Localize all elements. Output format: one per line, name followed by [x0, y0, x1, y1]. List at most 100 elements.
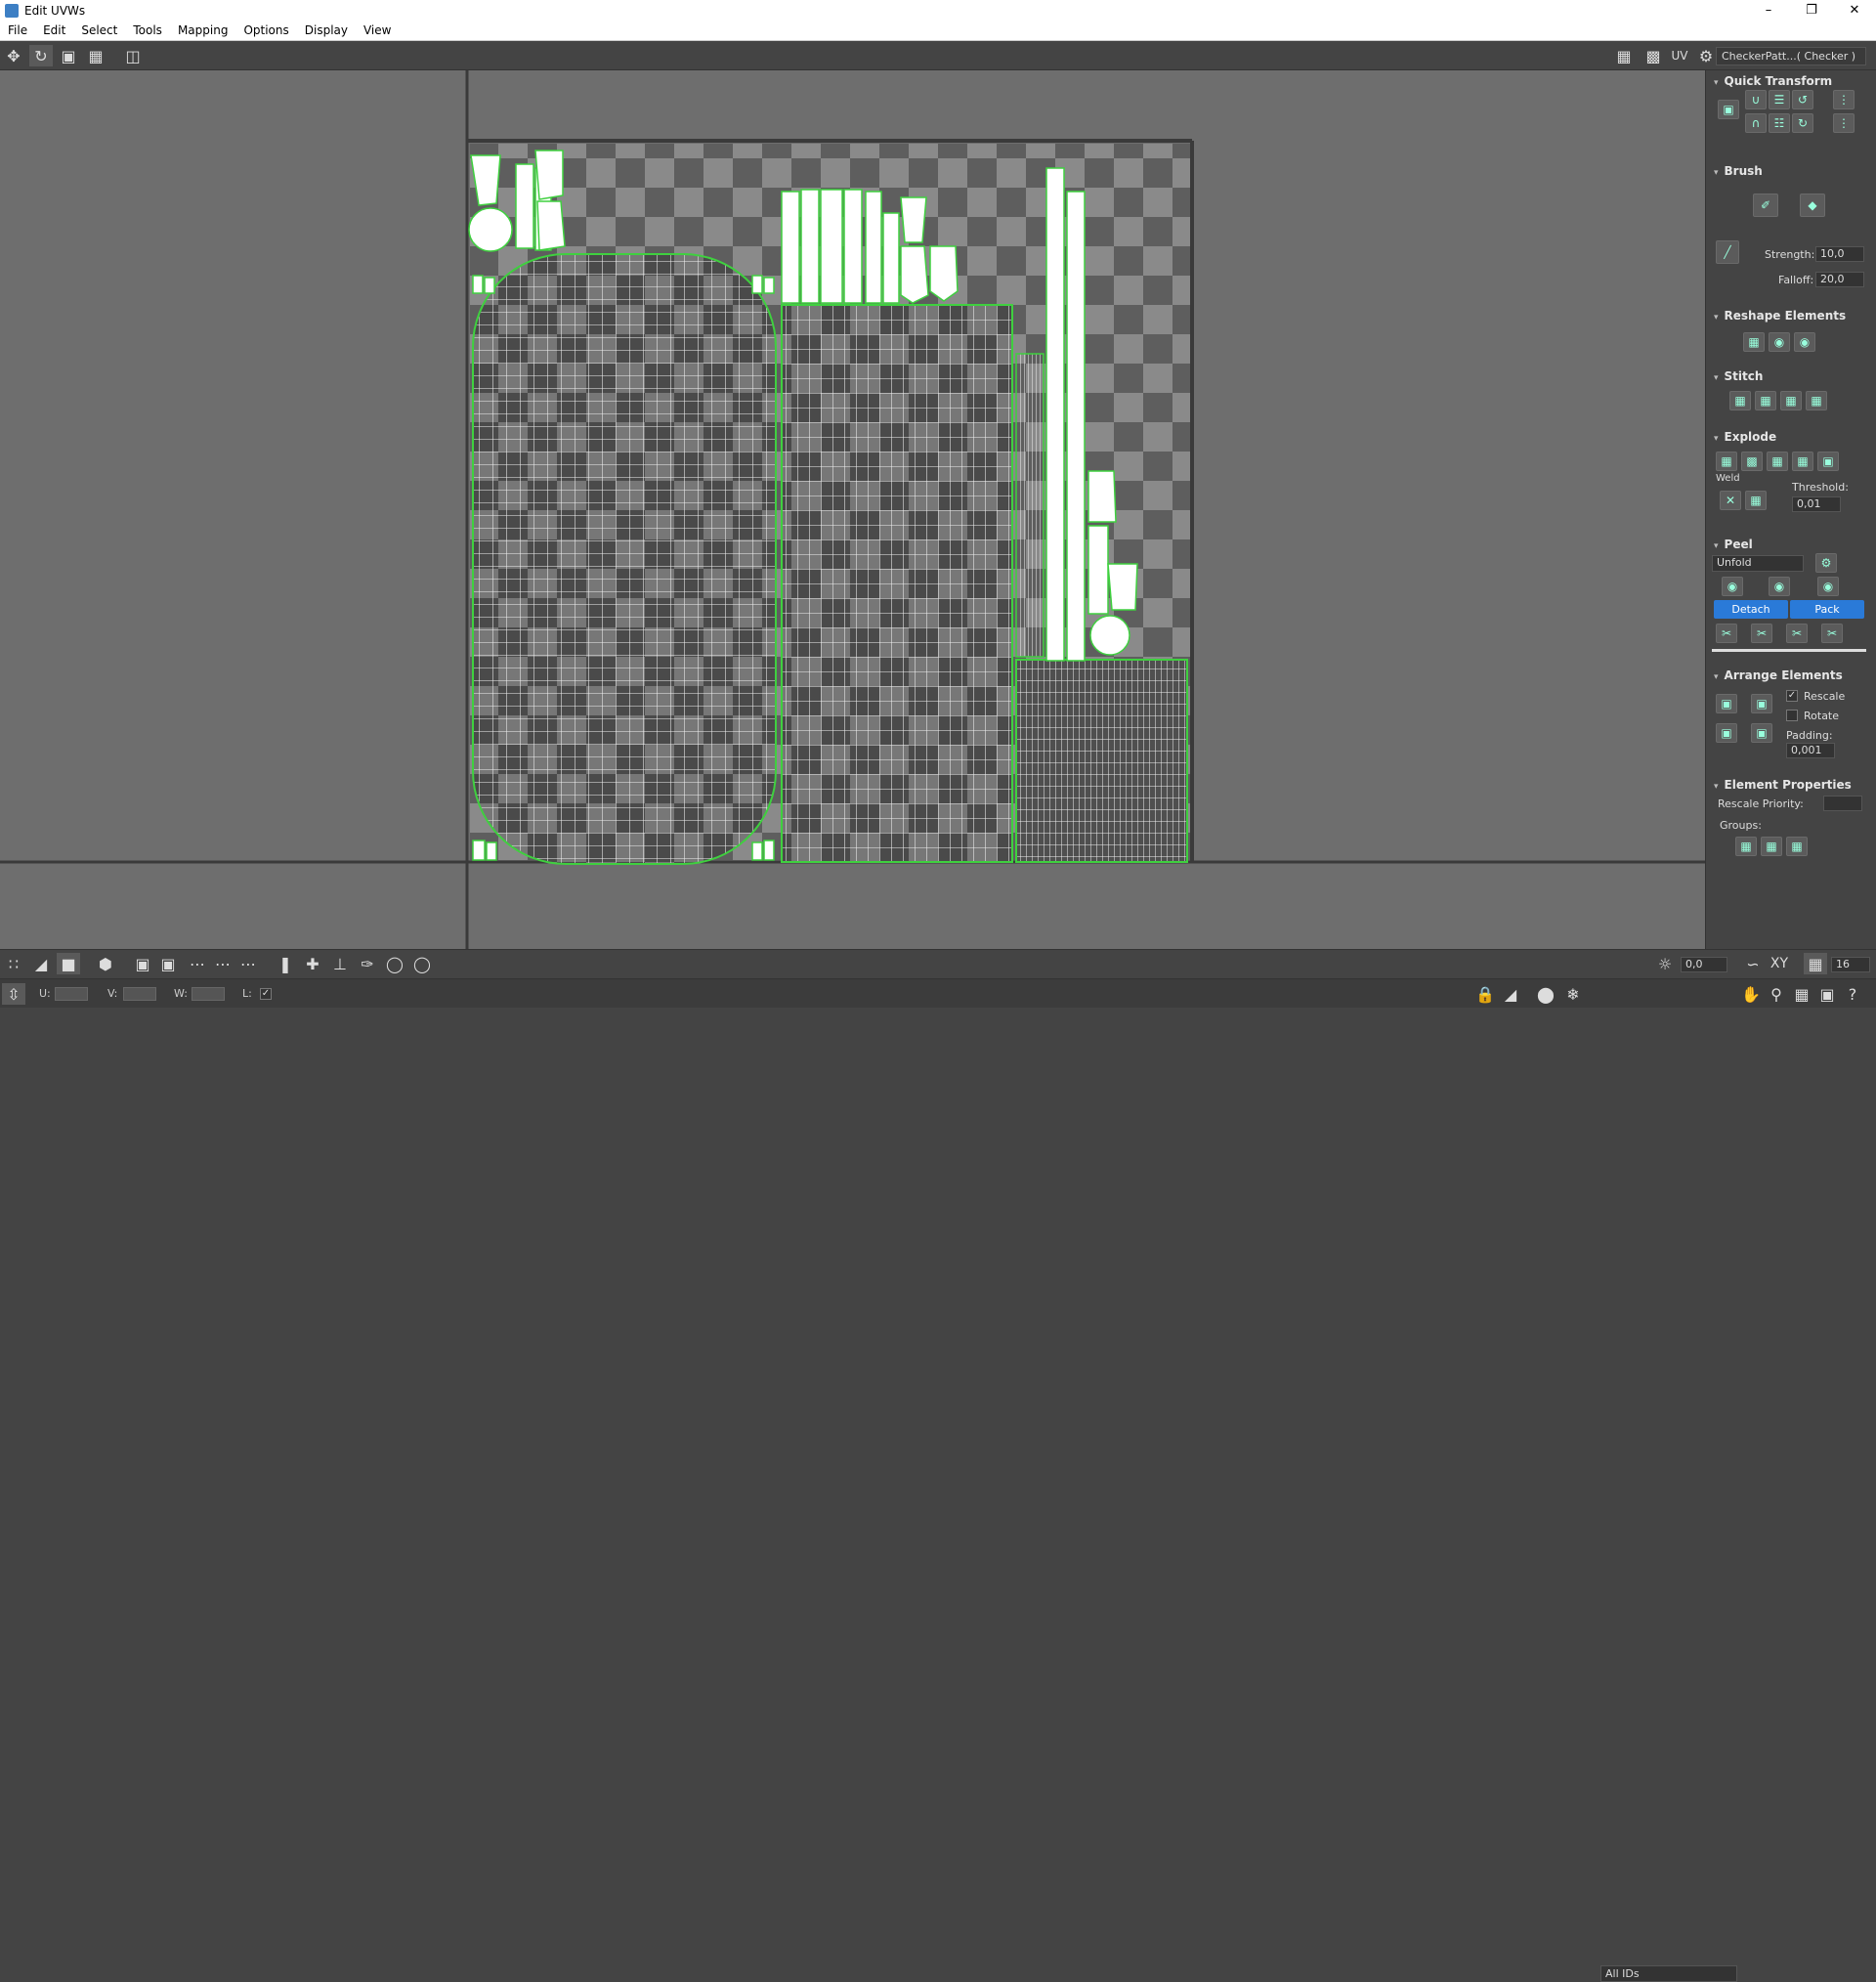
element-select-icon[interactable]: ⬢: [94, 953, 117, 974]
zoom-extents-icon[interactable]: ▣: [1815, 983, 1839, 1005]
falloff-spinner[interactable]: 20,0: [1815, 272, 1864, 287]
threshold-spinner[interactable]: 0,01: [1792, 496, 1841, 512]
pack-button[interactable]: Pack: [1790, 600, 1864, 619]
checker-toggle-icon[interactable]: ▦: [1612, 45, 1636, 66]
zoom-region-icon[interactable]: ▦: [1790, 983, 1813, 1005]
pack-custom-icon[interactable]: ▣: [1716, 694, 1737, 713]
quick-transform-header[interactable]: Quick Transform: [1714, 74, 1833, 88]
rect-select-icon[interactable]: ◯: [410, 953, 434, 974]
close-button[interactable]: ✕: [1833, 0, 1876, 21]
rotate-cw-icon[interactable]: ↻: [1792, 113, 1813, 133]
uv-label[interactable]: UV: [1667, 45, 1692, 66]
lock-icon[interactable]: 🔒: [1473, 983, 1497, 1005]
element-properties-header[interactable]: Element Properties: [1714, 778, 1852, 792]
vertex-select-icon[interactable]: ∷: [2, 953, 25, 974]
move-icon[interactable]: ✥: [2, 45, 25, 66]
auto-pin-icon[interactable]: ✂: [1786, 624, 1808, 643]
pack-together-icon[interactable]: ▣: [1716, 723, 1737, 743]
soft-select-icon[interactable]: ◢: [1499, 983, 1522, 1005]
shrink-select-icon[interactable]: ▣: [156, 953, 180, 974]
arrange-elements-header[interactable]: Arrange Elements: [1714, 668, 1843, 682]
rescale-priority-spinner[interactable]: [1823, 796, 1862, 811]
peel-settings-icon[interactable]: ⚙: [1815, 553, 1837, 573]
transform-pivot-icon[interactable]: ▣: [1718, 100, 1739, 119]
weld-selected-icon[interactable]: ✕: [1720, 491, 1741, 510]
mirror-icon[interactable]: ◫: [121, 45, 145, 66]
rescale-checkbox[interactable]: ✓: [1786, 690, 1798, 702]
strength-spinner[interactable]: 10,0: [1815, 246, 1864, 262]
explode-header[interactable]: Explode: [1714, 430, 1777, 444]
point-to-point-icon[interactable]: ⊥: [328, 953, 352, 974]
rotate-icon[interactable]: ↻: [29, 45, 53, 66]
v-field[interactable]: [123, 987, 156, 1001]
u-field[interactable]: [55, 987, 88, 1001]
stitch-custom-icon[interactable]: ▦: [1729, 391, 1751, 410]
lock-checkbox[interactable]: ✓: [260, 988, 272, 1000]
peel-header[interactable]: Peel: [1714, 538, 1753, 551]
weld-all-icon[interactable]: ▦: [1745, 491, 1767, 510]
texture-settings-icon[interactable]: ⚙: [1694, 45, 1718, 66]
relax-settings-icon[interactable]: ◉: [1794, 332, 1815, 352]
polygon-select-icon[interactable]: ■: [57, 953, 80, 974]
texture-dropdown[interactable]: CheckerPatt...( Checker ): [1716, 47, 1866, 65]
ungroup-selected-icon[interactable]: ▦: [1761, 837, 1782, 856]
menu-display[interactable]: Display: [297, 23, 356, 37]
reset-peel-icon[interactable]: ◉: [1817, 577, 1839, 596]
material-id-dropdown[interactable]: All IDs: [1600, 1965, 1737, 1982]
edge-ring-icon[interactable]: ❚: [274, 953, 297, 974]
explode-material-icon[interactable]: ▦: [1767, 452, 1788, 471]
rotate-checkbox[interactable]: [1786, 710, 1798, 721]
angle-spinner[interactable]: 0,0: [1681, 957, 1727, 972]
space-horizontal-icon[interactable]: ☰: [1769, 90, 1790, 109]
explode-polygon-icon[interactable]: ▦: [1716, 452, 1737, 471]
freeform-icon[interactable]: ▦: [84, 45, 107, 66]
menu-select[interactable]: Select: [73, 23, 125, 37]
ring-select-icon[interactable]: ⋯: [186, 953, 209, 974]
uv-shell-center-grid[interactable]: [781, 304, 1013, 863]
lasso-select-icon[interactable]: ◯: [383, 953, 406, 974]
select-group-icon[interactable]: ▦: [1786, 837, 1808, 856]
paint-brush-icon[interactable]: ✑: [356, 953, 379, 974]
show-map-icon[interactable]: ▩: [1642, 45, 1665, 66]
pan-icon[interactable]: ✋: [1739, 983, 1763, 1005]
padding-spinner[interactable]: 0,001: [1786, 743, 1835, 758]
pack-normalize-icon[interactable]: ▣: [1751, 694, 1772, 713]
zoom-icon[interactable]: ⚲: [1765, 983, 1788, 1005]
align-to-edge-icon[interactable]: ⋮: [1833, 90, 1855, 109]
xy-toggle[interactable]: XY: [1765, 953, 1794, 974]
brush-falloff-type-icon[interactable]: ╱: [1716, 240, 1739, 264]
stitch-target-icon[interactable]: ▦: [1755, 391, 1776, 410]
peel-mode-dropdown[interactable]: Unfold: [1712, 555, 1804, 572]
stitch-average-icon[interactable]: ▦: [1780, 391, 1802, 410]
grid-snap-icon[interactable]: ▦: [1804, 953, 1827, 974]
peel-mode-icon[interactable]: ◉: [1769, 577, 1790, 596]
uv-canvas[interactable]: [0, 70, 1705, 949]
menu-mapping[interactable]: Mapping: [170, 23, 236, 37]
quick-peel-icon[interactable]: ◉: [1722, 577, 1743, 596]
loop-select-icon[interactable]: ⋯: [211, 953, 234, 974]
menu-view[interactable]: View: [356, 23, 399, 37]
maximize-button[interactable]: ❐: [1790, 0, 1833, 21]
menu-file[interactable]: File: [0, 23, 35, 37]
paint-move-brush-icon[interactable]: ✐: [1753, 194, 1778, 217]
curve-icon[interactable]: ∽: [1741, 953, 1765, 974]
uv-shell-bottom-right[interactable]: [1015, 659, 1188, 863]
explode-smoothing-icon[interactable]: ▩: [1741, 452, 1763, 471]
rotate-ccw-icon[interactable]: ↺: [1792, 90, 1813, 109]
unpin-selected-icon[interactable]: ✂: [1751, 624, 1772, 643]
linear-align-icon[interactable]: ⋮: [1833, 113, 1855, 133]
angle-icon[interactable]: ☼: [1653, 953, 1677, 974]
uv-shell-large-rounded[interactable]: [472, 253, 777, 865]
menu-edit[interactable]: Edit: [35, 23, 73, 37]
uv-shell-thin-strip[interactable]: [1015, 353, 1045, 658]
grid-spinner[interactable]: 16: [1831, 957, 1870, 972]
brush-header[interactable]: Brush: [1714, 164, 1763, 178]
relax-icon[interactable]: ◉: [1769, 332, 1790, 352]
rescale-elements-icon[interactable]: ▣: [1751, 723, 1772, 743]
hide-icon[interactable]: ⬤: [1534, 983, 1557, 1005]
select-pinned-icon[interactable]: ✂: [1821, 624, 1843, 643]
detach-button[interactable]: Detach: [1714, 600, 1788, 619]
relax-brush-icon[interactable]: ◆: [1800, 194, 1825, 217]
uv-editor-viewport[interactable]: [0, 70, 1705, 949]
freeze-icon[interactable]: ❄: [1561, 983, 1585, 1005]
